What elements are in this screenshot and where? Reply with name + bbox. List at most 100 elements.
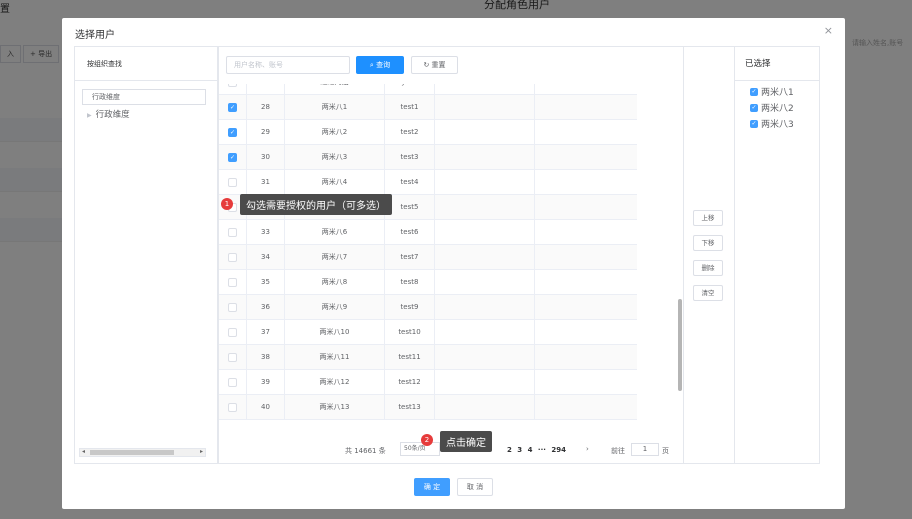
delete-button[interactable]: 删除	[693, 260, 723, 276]
table-row[interactable]: 35 两米八8 test8	[219, 270, 637, 295]
row-empty-cell	[535, 145, 637, 169]
page-numbers[interactable]: 2 3 4 ··· 294	[507, 446, 566, 454]
row-number: 35	[247, 270, 285, 294]
confirm-button[interactable]: 确 定	[414, 478, 450, 496]
table-row[interactable]: ✓ 30 两米八3 test3	[219, 145, 637, 170]
row-empty-cell	[535, 345, 637, 369]
row-empty-cell	[535, 320, 637, 344]
table-row[interactable]: 38 两米八11 test11	[219, 345, 637, 370]
step-badge: 1	[221, 198, 233, 210]
row-user-name: 两米八12	[285, 370, 385, 394]
table-row[interactable]: 40 两米八13 test13	[219, 395, 637, 420]
checkbox-icon[interactable]	[228, 327, 237, 337]
row-checkbox-cell	[219, 270, 247, 294]
checkbox-icon[interactable]	[228, 302, 237, 312]
row-user-name: 两米八1	[285, 95, 385, 119]
move-down-button[interactable]: 下移	[693, 235, 723, 251]
transfer-buttons: 上移 下移 删除 清空	[684, 46, 734, 464]
row-checkbox-cell	[219, 220, 247, 244]
row-number: 36	[247, 295, 285, 319]
checkbox-icon[interactable]	[228, 84, 237, 87]
row-empty-cell	[535, 270, 637, 294]
checkbox-icon[interactable]	[228, 377, 237, 387]
row-empty-cell	[535, 245, 637, 269]
row-account: test5	[385, 195, 435, 219]
row-user-name: 两米八3	[285, 145, 385, 169]
row-account: test6	[385, 220, 435, 244]
scroll-right-icon[interactable]: ▸	[200, 448, 203, 455]
row-empty-cell	[435, 84, 535, 94]
checkbox-checked-icon[interactable]: ✓	[228, 102, 237, 112]
table-row[interactable]: 33 两米八6 test6	[219, 220, 637, 245]
selected-item-label: 两米八3	[761, 120, 794, 130]
table-row[interactable]: 37 两米八10 test10	[219, 320, 637, 345]
clear-button[interactable]: 清空	[693, 285, 723, 301]
selected-panel: 已选择 ✓ 两米八1 ✓ 两米八2 ✓ 两米八3	[734, 46, 820, 464]
row-number: 40	[247, 395, 285, 419]
table-row[interactable]: 36 两米八9 test9	[219, 295, 637, 320]
row-account: test11	[385, 345, 435, 369]
checkbox-icon[interactable]	[228, 227, 237, 237]
checkbox-icon[interactable]	[228, 402, 237, 412]
reset-button[interactable]: ↻ 重置	[411, 56, 458, 74]
checkbox-icon[interactable]	[228, 352, 237, 362]
row-empty-cell	[535, 95, 637, 119]
checkbox-icon[interactable]	[228, 277, 237, 287]
table-row[interactable]: 31 两米八4 test4	[219, 170, 637, 195]
search-input[interactable]: 用户名称、账号	[226, 56, 350, 74]
user-table: 27超过两组yzwt✓28两米八1test1✓29两米八2test2✓30两米八…	[219, 84, 637, 428]
goto-page-input[interactable]: 1	[631, 443, 659, 456]
goto-label: 前往	[611, 447, 625, 455]
row-empty-cell	[435, 395, 535, 419]
query-button[interactable]: ⌕ 查询	[356, 56, 404, 74]
row-account: test9	[385, 295, 435, 319]
checkbox-checked-icon[interactable]: ✓	[228, 127, 237, 137]
row-empty-cell	[435, 295, 535, 319]
row-empty-cell	[535, 395, 637, 419]
row-account: test13	[385, 395, 435, 419]
reset-label: 重置	[431, 61, 446, 69]
row-user-name: 两米八9	[285, 295, 385, 319]
table-vertical-scrollbar[interactable]	[678, 299, 682, 391]
table-row[interactable]: 27超过两组yzwt	[219, 84, 637, 95]
row-number: 39	[247, 370, 285, 394]
selected-item-label: 两米八2	[761, 104, 794, 114]
row-empty-cell	[435, 95, 535, 119]
selected-item[interactable]: ✓ 两米八1	[750, 85, 794, 98]
close-icon[interactable]: ×	[824, 24, 833, 37]
dialog-title: 选择用户	[75, 30, 115, 41]
table-row[interactable]: 39 两米八12 test12	[219, 370, 637, 395]
checkbox-checked-icon[interactable]: ✓	[228, 152, 237, 162]
table-row[interactable]: ✓ 28 两米八1 test1	[219, 95, 637, 120]
tree-dimension-input[interactable]: 行政维度	[82, 89, 206, 105]
selected-item[interactable]: ✓ 两米八3	[750, 117, 794, 130]
step2-tooltip: 点击确定	[440, 431, 492, 452]
row-empty-cell	[435, 145, 535, 169]
row-account: test12	[385, 370, 435, 394]
scroll-thumb[interactable]	[90, 450, 174, 455]
row-empty-cell	[435, 370, 535, 394]
row-user-name: 两米八2	[285, 120, 385, 144]
table-row[interactable]: 34 两米八7 test7	[219, 245, 637, 270]
next-page-icon[interactable]: ›	[586, 445, 589, 453]
caret-right-icon: ▶	[87, 112, 92, 119]
checkbox-icon[interactable]	[228, 177, 237, 187]
scroll-left-icon[interactable]: ◂	[82, 448, 85, 455]
row-checkbox-cell: ✓	[219, 95, 247, 119]
checkbox-icon[interactable]	[228, 252, 237, 262]
cancel-button[interactable]: 取 消	[457, 478, 493, 496]
checkbox-checked-icon[interactable]: ✓	[750, 119, 758, 128]
selected-item[interactable]: ✓ 两米八2	[750, 101, 794, 114]
tree-node-label: 行政维度	[95, 110, 130, 120]
step-badge: 2	[421, 434, 433, 446]
row-account: test8	[385, 270, 435, 294]
checkbox-checked-icon[interactable]: ✓	[750, 87, 758, 96]
page-size-select[interactable]: 50条/页	[400, 442, 440, 456]
table-row[interactable]: ✓ 29 两米八2 test2	[219, 120, 637, 145]
tree-horizontal-scrollbar[interactable]: ◂ ▸	[79, 448, 206, 457]
row-number: 31	[247, 170, 285, 194]
row-account: test10	[385, 320, 435, 344]
tree-node-admin[interactable]: ▶ 行政维度	[87, 108, 130, 120]
move-up-button[interactable]: 上移	[693, 210, 723, 226]
checkbox-checked-icon[interactable]: ✓	[750, 103, 758, 112]
